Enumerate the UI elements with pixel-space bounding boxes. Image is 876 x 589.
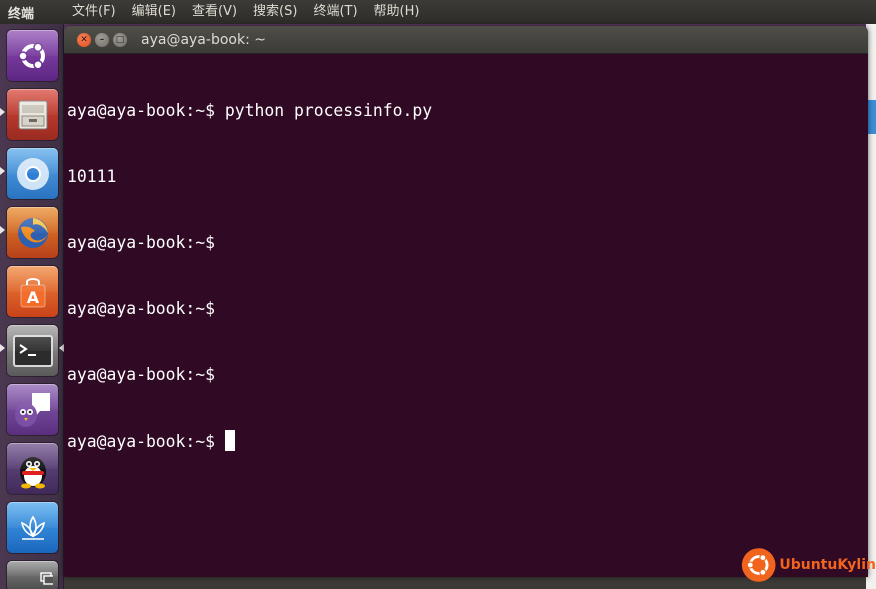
running-indicator — [0, 167, 5, 175]
menu-edit[interactable]: 编辑(E) — [124, 0, 184, 24]
menubar: 文件(F) 编辑(E) 查看(V) 搜索(S) 终端(T) 帮助(H) — [66, 0, 427, 24]
ubuntukylin-logo-icon — [741, 548, 776, 582]
minimize-icon: – — [99, 34, 105, 45]
menu-file[interactable]: 文件(F) — [66, 0, 124, 24]
terminal-output[interactable]: aya@aya-book:~$ python processinfo.py 10… — [64, 54, 868, 577]
chromium-icon — [16, 157, 49, 190]
lotus-icon — [20, 515, 45, 540]
menu-view[interactable]: 查看(V) — [184, 0, 245, 24]
launcher-pidgin-button[interactable] — [7, 384, 58, 435]
close-icon: ✕ — [80, 34, 88, 45]
terminal-line: aya@aya-book:~$ — [67, 299, 216, 318]
ubuntu-logo-icon — [17, 42, 45, 69]
svg-text:A: A — [26, 288, 39, 307]
launcher-terminal-button[interactable] — [7, 325, 58, 376]
app-name: 终端 — [8, 6, 35, 22]
workspace-icon — [39, 572, 53, 585]
window-titlebar[interactable]: ✕ – □ aya@aya-book: ~ — [64, 26, 868, 54]
launcher-workspace-button[interactable] — [7, 561, 58, 589]
terminal-line: aya@aya-book:~$ python processinfo.py — [67, 101, 433, 120]
launcher-files-button[interactable] — [7, 89, 58, 140]
launcher-chromium-button[interactable] — [7, 148, 58, 199]
launcher-dash-button[interactable] — [7, 30, 58, 81]
terminal-window: ✕ – □ aya@aya-book: ~ aya@aya-book:~$ py… — [64, 26, 868, 577]
shopping-bag-icon: A — [20, 277, 45, 307]
file-cabinet-icon — [18, 100, 47, 129]
pidgin-icon — [14, 392, 50, 427]
ubuntukylin-watermark: UbuntuKylin — [740, 545, 876, 585]
launcher-kylin-button[interactable] — [7, 502, 58, 553]
menu-terminal[interactable]: 终端(T) — [305, 0, 365, 24]
window-title: aya@aya-book: ~ — [141, 32, 266, 48]
running-indicator — [0, 226, 5, 234]
running-indicator — [0, 108, 5, 116]
launcher-qq-button[interactable] — [7, 443, 58, 494]
terminal-line: 10111 — [67, 167, 117, 186]
maximize-icon: □ — [115, 34, 125, 45]
firefox-icon — [17, 217, 48, 248]
terminal-line: aya@aya-book:~$ — [67, 365, 216, 384]
maximize-button[interactable]: □ — [113, 33, 127, 47]
top-panel: 终端 文件(F) 编辑(E) 查看(V) 搜索(S) 终端(T) 帮助(H) — [0, 0, 876, 24]
terminal-current-line[interactable]: aya@aya-book:~$ — [67, 430, 865, 452]
terminal-line: aya@aya-book:~$ — [67, 233, 216, 252]
minimize-button[interactable]: – — [95, 33, 109, 47]
launcher: A — [0, 24, 64, 589]
terminal-prompt: aya@aya-book:~$ — [67, 432, 225, 451]
menu-help[interactable]: 帮助(H) — [366, 0, 428, 24]
terminal-icon — [12, 334, 53, 367]
launcher-software-center-button[interactable]: A — [7, 266, 58, 317]
penguin-icon — [19, 456, 46, 488]
launcher-firefox-button[interactable] — [7, 207, 58, 258]
menu-search[interactable]: 搜索(S) — [245, 0, 305, 24]
running-indicator — [0, 344, 5, 352]
close-button[interactable]: ✕ — [77, 33, 91, 47]
text-cursor — [224, 430, 235, 451]
watermark-text: UbuntuKylin — [779, 557, 876, 573]
